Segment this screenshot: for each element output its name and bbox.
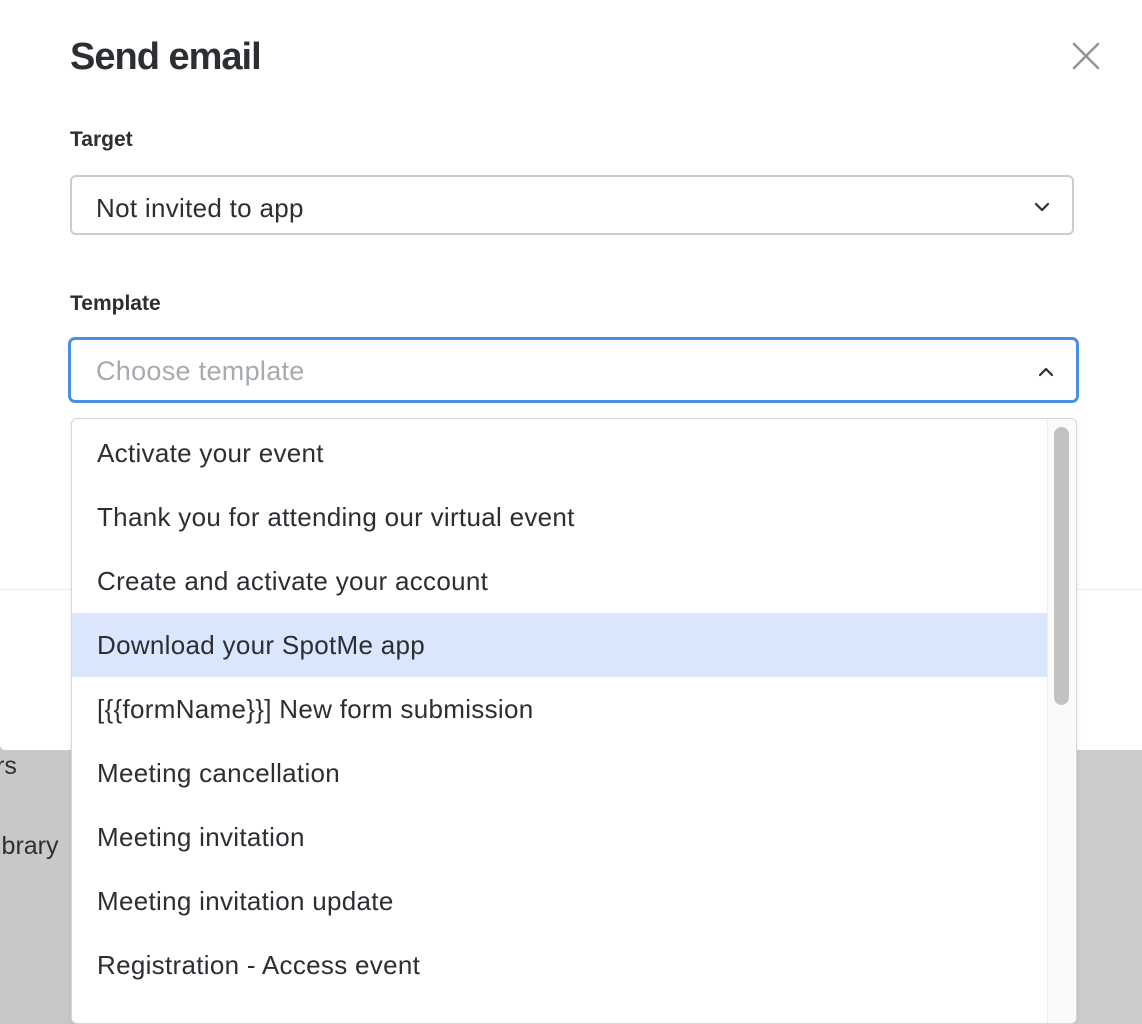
scrollbar-thumb[interactable] [1054,427,1069,705]
template-option[interactable]: Activate your event [72,421,1047,485]
dropdown-scrollbar[interactable] [1047,419,1076,1023]
template-dropdown-menu: Activate your event Thank you for attend… [71,418,1077,1024]
template-select[interactable] [68,337,1079,403]
chevron-up-icon[interactable] [1036,362,1056,382]
chevron-down-icon [1032,197,1052,217]
template-option[interactable]: Create and activate your account [72,549,1047,613]
template-option[interactable]: Meeting invitation [72,805,1047,869]
template-search-input[interactable] [96,352,976,390]
template-option[interactable]: [{{formName}}] New form submission [72,677,1047,741]
close-button[interactable] [1068,38,1104,74]
template-option[interactable]: Registration - Access event [72,933,1047,997]
sidebar-item-partial: rs [0,752,17,780]
template-option[interactable]: Thank you for attending our virtual even… [72,485,1047,549]
close-icon [1072,42,1100,70]
template-label: Template [70,292,161,315]
template-option[interactable]: Meeting cancellation [72,741,1047,805]
target-label: Target [70,128,133,151]
modal-title: Send email [70,36,262,78]
template-option[interactable]: Meeting invitation update [72,869,1047,933]
target-select[interactable]: Not invited to app [70,175,1074,235]
template-option-highlighted[interactable]: Download your SpotMe app [72,613,1047,677]
target-select-value: Not invited to app [96,193,304,223]
sidebar-item-library-partial: ibrary [0,832,59,860]
